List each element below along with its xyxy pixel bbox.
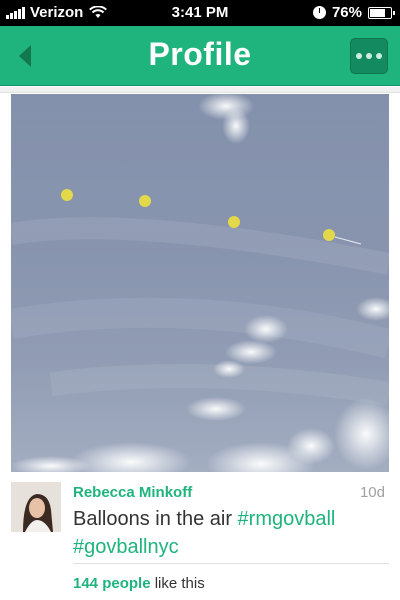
nav-bar: Profile — [0, 26, 400, 86]
more-options-button[interactable] — [350, 38, 388, 74]
post-timestamp: 10d — [359, 484, 385, 501]
battery-fill — [370, 8, 386, 17]
status-right: 76% — [312, 4, 395, 21]
clock-icon — [312, 6, 326, 19]
user-avatar-image — [11, 482, 61, 532]
post-photo[interactable] — [11, 94, 389, 472]
hashtag-link[interactable]: #rmgovball — [238, 508, 336, 530]
hashtag-link[interactable]: #govballnyc — [73, 536, 179, 558]
battery-icon — [368, 6, 395, 19]
likes-divider — [73, 563, 389, 564]
likes-row: 144 people like this — [73, 575, 205, 592]
page-title: Profile — [148, 36, 252, 72]
post-caption: Balloons in the air #rmgovball #govballn… — [73, 505, 373, 561]
caption-text: Balloons in the air — [73, 508, 232, 530]
status-bar: Verizon 3:41 PM 76% — [0, 0, 400, 26]
ellipsis-icon — [356, 53, 362, 59]
author-name[interactable]: Rebecca Minkoff — [73, 484, 192, 501]
ellipsis-icon-dot — [376, 53, 382, 59]
post-meta: Rebecca Minkoff 10d Balloons in the air … — [11, 482, 389, 562]
top-divider — [0, 87, 400, 93]
ellipsis-icon-dot — [366, 53, 372, 59]
sky-balloons-image — [11, 94, 389, 472]
battery-percent: 76% — [331, 4, 362, 21]
likes-count-link[interactable]: 144 people — [73, 575, 151, 592]
post-content: Rebecca Minkoff 10d Balloons in the air … — [0, 87, 400, 600]
avatar[interactable] — [11, 482, 61, 532]
likes-suffix: like this — [154, 575, 205, 592]
